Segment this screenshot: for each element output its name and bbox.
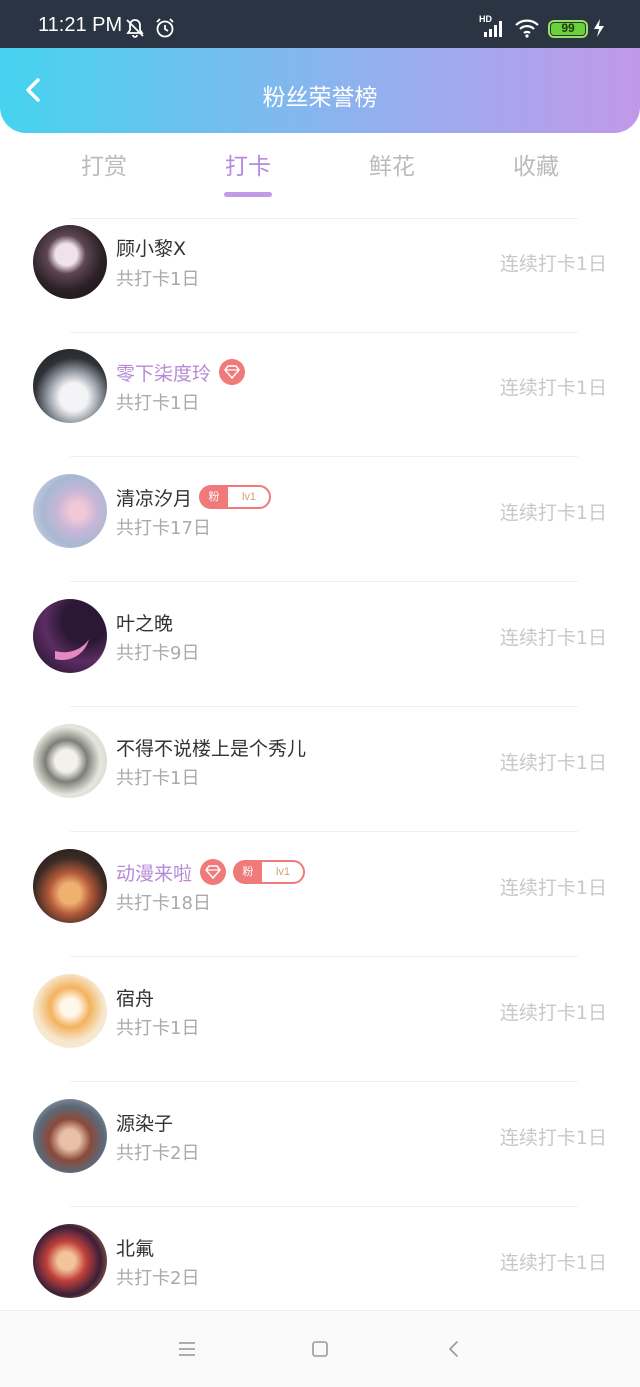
name-line: 北氟 — [116, 1232, 154, 1262]
list-item[interactable]: 零下柒度玲 共打卡1日 连续打卡1日 — [0, 342, 640, 467]
list-item[interactable]: 宿舟 共打卡1日 连续打卡1日 — [0, 967, 640, 1092]
name-line: 清凉汐月 粉 lv1 — [116, 482, 272, 512]
divider — [70, 831, 578, 832]
streak-label: 连续打卡1日 — [499, 627, 607, 649]
tab-label: 打赏 — [81, 154, 127, 180]
tab-label: 打卡 — [225, 154, 271, 180]
user-name: 动漫来啦 — [116, 862, 193, 885]
list-item[interactable]: 清凉汐月 粉 lv1 共打卡17日 连续打卡1日 — [0, 467, 640, 592]
list-item[interactable]: 顾小黎X 共打卡1日 连续打卡1日 — [0, 218, 640, 343]
total-checkins: 共打卡1日 — [116, 1018, 200, 1039]
tab-reward[interactable]: 打赏 — [32, 148, 176, 203]
streak-label: 连续打卡1日 — [499, 253, 607, 275]
tab-bar: 打赏 打卡 鲜花 收藏 — [32, 148, 608, 203]
name-line: 零下柒度玲 — [116, 357, 246, 387]
total-checkins: 共打卡2日 — [116, 1268, 200, 1289]
tab-flowers[interactable]: 鲜花 — [320, 148, 464, 203]
bell-off-icon — [126, 19, 144, 38]
divider — [70, 1081, 578, 1082]
total-checkins: 共打卡1日 — [116, 393, 200, 414]
divider — [70, 581, 578, 582]
avatar[interactable] — [33, 225, 107, 299]
charging-icon — [594, 19, 604, 37]
avatar[interactable] — [33, 974, 107, 1048]
list-item[interactable]: 叶之晚 共打卡9日 连续打卡1日 — [0, 592, 640, 717]
streak-label: 连续打卡1日 — [499, 1252, 607, 1274]
total-checkins: 共打卡1日 — [116, 768, 200, 789]
menu-icon[interactable] — [176, 1339, 198, 1359]
user-name: 源染子 — [116, 1112, 174, 1135]
divider — [70, 1206, 578, 1207]
fan-badge-level: lv1 — [241, 491, 257, 503]
page-header: 粉丝荣誉榜 — [0, 48, 640, 133]
name-line: 宿舟 — [116, 982, 154, 1012]
moon-icon — [55, 639, 89, 661]
system-nav-bar — [0, 1310, 640, 1387]
back-icon[interactable] — [444, 1339, 464, 1359]
fan-badge-label: 粉 — [234, 861, 263, 883]
user-name: 宿舟 — [116, 987, 155, 1010]
name-line: 动漫来啦 粉 lv1 — [116, 857, 306, 887]
avatar[interactable] — [33, 1099, 107, 1173]
total-checkins: 共打卡17日 — [116, 518, 211, 539]
alarm-icon — [156, 18, 174, 38]
total-checkins: 共打卡2日 — [116, 1143, 200, 1164]
home-icon[interactable] — [310, 1339, 330, 1359]
status-bar: 11:21 PM HD 99 — [0, 0, 640, 48]
divider — [70, 706, 578, 707]
tab-favorites[interactable]: 收藏 — [464, 148, 608, 203]
list-item[interactable]: 源染子 共打卡2日 连续打卡1日 — [0, 1092, 640, 1217]
tab-label: 鲜花 — [369, 154, 415, 180]
streak-label: 连续打卡1日 — [499, 1127, 607, 1149]
name-line: 顾小黎X — [116, 232, 186, 262]
streak-label: 连续打卡1日 — [499, 877, 607, 899]
avatar[interactable] — [33, 599, 107, 673]
divider — [70, 956, 578, 957]
user-name: 顾小黎X — [116, 237, 187, 260]
fan-level-badge: 粉 lv1 — [233, 860, 306, 884]
user-name: 零下柒度玲 — [116, 362, 212, 385]
name-line: 源染子 — [116, 1107, 173, 1137]
fan-badge-label: 粉 — [200, 486, 229, 508]
avatar[interactable] — [33, 724, 107, 798]
name-line: 不得不说楼上是个秀儿 — [116, 732, 306, 762]
streak-label: 连续打卡1日 — [499, 1002, 607, 1024]
list-item[interactable]: 不得不说楼上是个秀儿 共打卡1日 连续打卡1日 — [0, 717, 640, 842]
avatar[interactable] — [33, 1224, 107, 1298]
wifi-icon — [515, 19, 539, 38]
gem-icon — [200, 859, 227, 885]
avatar[interactable] — [33, 474, 107, 548]
status-time: 11:21 PM — [38, 14, 123, 36]
streak-label: 连续打卡1日 — [499, 377, 607, 399]
avatar[interactable] — [33, 849, 107, 923]
total-checkins: 共打卡9日 — [116, 643, 200, 664]
user-name: 北氟 — [116, 1237, 155, 1260]
battery-value: 99 — [561, 21, 575, 35]
user-name: 不得不说楼上是个秀儿 — [116, 737, 307, 760]
total-checkins: 共打卡18日 — [116, 893, 211, 914]
battery-icon: 99 — [548, 20, 588, 38]
page-title: 粉丝荣誉榜 — [262, 85, 378, 111]
total-checkins: 共打卡1日 — [116, 269, 200, 290]
fan-badge-level: lv1 — [275, 866, 291, 878]
divider — [70, 456, 578, 457]
signal-icon — [484, 21, 502, 37]
list-item[interactable]: 动漫来啦 粉 lv1 共打卡18日 连续打卡1日 — [0, 842, 640, 967]
tab-underline — [224, 192, 272, 197]
gem-icon — [219, 359, 246, 385]
name-line: 叶之晚 — [116, 607, 173, 637]
tab-label: 收藏 — [513, 154, 559, 180]
user-name: 叶之晚 — [116, 612, 174, 635]
avatar[interactable] — [33, 349, 107, 423]
user-name: 清凉汐月 — [116, 487, 193, 510]
tab-checkin[interactable]: 打卡 — [176, 148, 320, 203]
streak-label: 连续打卡1日 — [499, 752, 607, 774]
fan-level-badge: 粉 lv1 — [199, 485, 272, 509]
streak-label: 连续打卡1日 — [499, 502, 607, 524]
divider — [70, 332, 578, 333]
